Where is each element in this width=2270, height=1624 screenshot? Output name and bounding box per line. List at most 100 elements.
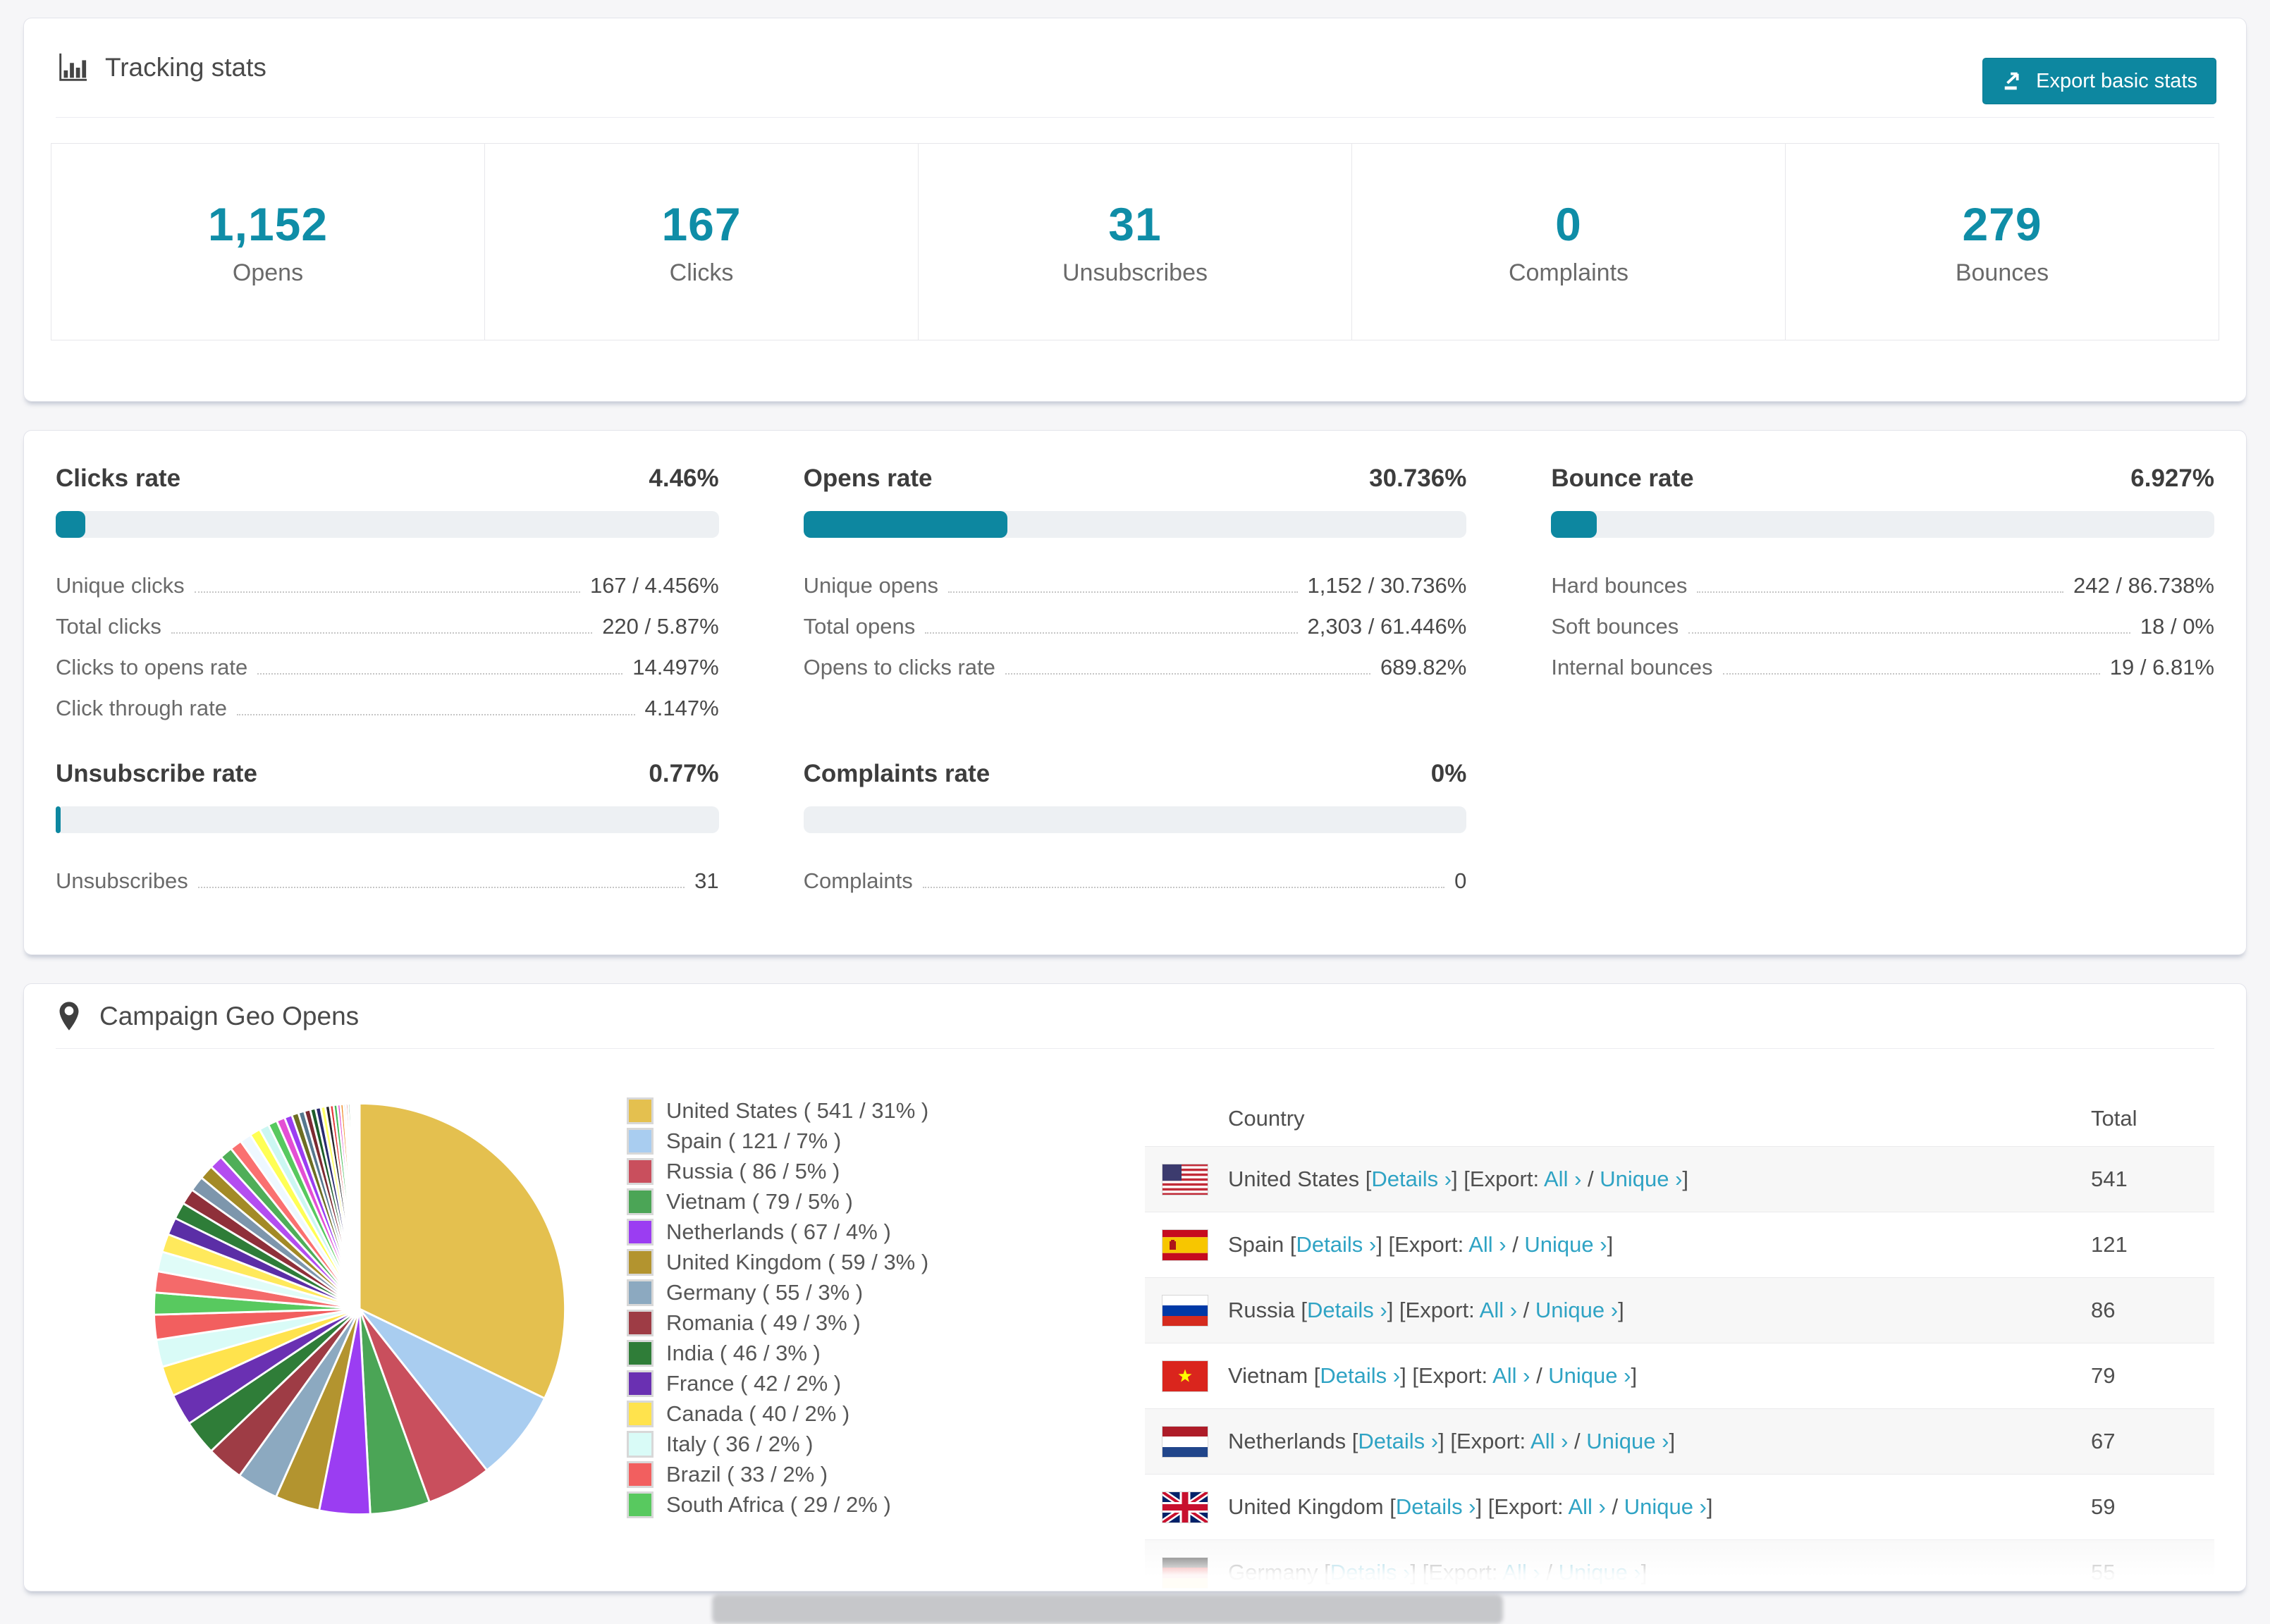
- legend-label: Canada ( 40 / 2% ): [666, 1401, 850, 1426]
- details-link[interactable]: Details ›: [1307, 1298, 1387, 1322]
- export-prefix: Export:: [1405, 1298, 1480, 1322]
- legend-label: Brazil ( 33 / 2% ): [666, 1461, 828, 1487]
- progress-bar-track: [56, 511, 719, 538]
- details-link[interactable]: Details ›: [1371, 1167, 1452, 1191]
- legend-swatch: [627, 1491, 654, 1518]
- details-link[interactable]: Details ›: [1320, 1363, 1400, 1388]
- legend-item[interactable]: Spain ( 121 / 7% ): [627, 1126, 1085, 1156]
- country-total: 86: [2091, 1298, 2116, 1322]
- legend-label: Germany ( 55 / 3% ): [666, 1279, 864, 1305]
- country-flag-icon: [1162, 1229, 1208, 1261]
- details-link[interactable]: Details ›: [1330, 1560, 1411, 1585]
- export-basic-stats-button[interactable]: Export basic stats: [1982, 58, 2216, 104]
- country-name: Russia: [1228, 1298, 1295, 1322]
- details-link[interactable]: Details ›: [1296, 1232, 1377, 1257]
- bar-chart-icon: [56, 51, 88, 84]
- export-all-link[interactable]: All ›: [1544, 1167, 1581, 1191]
- country-cell: Netherlands [Details ›] [Export: All › /…: [1228, 1429, 1676, 1453]
- stat-value: 31: [1108, 197, 1162, 250]
- map-pin-icon: [56, 1000, 82, 1033]
- rate-section-header: Clicks rate 4.46%: [56, 465, 719, 493]
- export-unique-link[interactable]: Unique ›: [1548, 1363, 1631, 1388]
- rate-row: Unique opens 1,152 / 30.736%: [803, 573, 1467, 598]
- legend-item[interactable]: Canada ( 40 / 2% ): [627, 1398, 1085, 1429]
- legend-item[interactable]: United Kingdom ( 59 / 3% ): [627, 1247, 1085, 1277]
- country-total: 59: [2091, 1494, 2116, 1519]
- legend-item[interactable]: France ( 42 / 2% ): [627, 1368, 1085, 1398]
- rate-title: Unsubscribe rate: [56, 760, 257, 787]
- export-icon: [2001, 69, 2025, 93]
- rate-section: Unsubscribe rate 0.77% Unsubscribes 31: [56, 760, 719, 894]
- rate-row: Complaints 0: [803, 868, 1467, 893]
- tracking-stats-header: Tracking stats: [56, 18, 2214, 118]
- export-all-link[interactable]: All ›: [1492, 1363, 1530, 1388]
- export-unique-link[interactable]: Unique ›: [1600, 1167, 1682, 1191]
- rate-detail-rows: Unique opens 1,152 / 30.736% Total opens 2,…: [804, 558, 1467, 680]
- rate-title: Complaints rate: [803, 760, 990, 787]
- table-row: Russia [Details ›] [Export: All › / Uniq…: [1145, 1277, 2214, 1343]
- stat-value: 0: [1555, 197, 1582, 250]
- country-flag-icon: [1162, 1425, 1208, 1458]
- progress-bar-track: [803, 511, 1467, 538]
- export-all-link[interactable]: All ›: [1480, 1298, 1517, 1322]
- export-unique-link[interactable]: Unique ›: [1535, 1298, 1618, 1322]
- legend-label: Vietnam ( 79 / 5% ): [666, 1188, 853, 1214]
- legend-label: Spain ( 121 / 7% ): [666, 1128, 842, 1153]
- details-link[interactable]: Details ›: [1396, 1494, 1476, 1519]
- legend-item[interactable]: Russia ( 86 / 5% ): [627, 1156, 1085, 1186]
- export-prefix: Export:: [1428, 1560, 1503, 1585]
- country-total: 79: [2091, 1363, 2116, 1388]
- legend-label: Netherlands ( 67 / 4% ): [666, 1219, 891, 1244]
- export-all-link[interactable]: All ›: [1530, 1429, 1568, 1453]
- export-all-link[interactable]: All ›: [1568, 1494, 1605, 1519]
- legend-label: France ( 42 / 2% ): [666, 1370, 842, 1396]
- export-unique-link[interactable]: Unique ›: [1559, 1560, 1641, 1585]
- legend-label: Italy ( 36 / 2% ): [666, 1431, 814, 1456]
- rate-section-header: Unsubscribe rate 0.77%: [56, 760, 719, 788]
- rate-percentage: 0.77%: [649, 760, 719, 787]
- geo-table-body: United States [Details ›] [Export: All ›…: [1145, 1146, 2214, 1591]
- export-all-link[interactable]: All ›: [1468, 1232, 1506, 1257]
- progress-bar-fill: [1551, 511, 1597, 538]
- rate-row: Unique clicks 167 / 4.456%: [56, 573, 719, 598]
- legend-label: South Africa ( 29 / 2% ): [666, 1491, 891, 1517]
- stat-value: 279: [1962, 197, 2042, 250]
- stat-label: Bounces: [1955, 259, 2049, 286]
- summary-stats-row: 1,152 Opens 167 Clicks 31 Unsubscribes 0…: [51, 143, 2219, 340]
- legend-swatch: [627, 1157, 654, 1185]
- geo-opens-header: Campaign Geo Opens: [56, 984, 2214, 1049]
- progress-bar-fill: [56, 511, 85, 538]
- rates-card: Clicks rate 4.46% Unique clicks 167 / 4.4…: [23, 430, 2247, 955]
- legend-item[interactable]: Netherlands ( 67 / 4% ): [627, 1217, 1085, 1247]
- legend-item[interactable]: South Africa ( 29 / 2% ): [627, 1489, 1085, 1520]
- legend-item[interactable]: Italy ( 36 / 2% ): [627, 1429, 1085, 1459]
- rate-row: Opens to clicks rate 689.82%: [803, 655, 1467, 679]
- country-cell: Spain [Details ›] [Export: All › / Uniqu…: [1228, 1232, 1614, 1257]
- legend-item[interactable]: Romania ( 49 / 3% ): [627, 1308, 1085, 1338]
- legend-item[interactable]: Brazil ( 33 / 2% ): [627, 1459, 1085, 1489]
- country-name: Spain: [1228, 1232, 1284, 1257]
- export-all-link[interactable]: All ›: [1502, 1560, 1540, 1585]
- country-name: Germany: [1228, 1560, 1318, 1585]
- country-flag-icon: [1162, 1163, 1208, 1195]
- rate-section-header: Bounce rate 6.927%: [1551, 465, 2214, 493]
- export-unique-link[interactable]: Unique ›: [1624, 1494, 1707, 1519]
- legend-item[interactable]: India ( 46 / 3% ): [627, 1338, 1085, 1368]
- table-row: Vietnam [Details ›] [Export: All › / Uni…: [1145, 1343, 2214, 1408]
- rate-section: Opens rate 30.736% Unique opens 1,152 / 3…: [803, 465, 1467, 721]
- legend-swatch: [627, 1127, 654, 1155]
- rate-title: Bounce rate: [1551, 465, 1694, 492]
- export-unique-link[interactable]: Unique ›: [1586, 1429, 1669, 1453]
- legend-swatch: [627, 1097, 654, 1124]
- legend-item[interactable]: United States ( 541 / 31% ): [627, 1095, 1085, 1126]
- legend-item[interactable]: Vietnam ( 79 / 5% ): [627, 1186, 1085, 1217]
- pie-slice-other[interactable]: [357, 1102, 361, 1310]
- horizontal-scrollbar[interactable]: [712, 1594, 1503, 1624]
- rate-section: Bounce rate 6.927% Hard bounces 242 / 86.…: [1551, 465, 2214, 721]
- progress-bar-track: [1551, 511, 2214, 538]
- details-link[interactable]: Details ›: [1358, 1429, 1438, 1453]
- stat-label: Clicks: [669, 259, 734, 286]
- legend-item[interactable]: Germany ( 55 / 3% ): [627, 1277, 1085, 1308]
- export-unique-link[interactable]: Unique ›: [1524, 1232, 1607, 1257]
- geo-pie-chart[interactable]: [142, 1091, 577, 1527]
